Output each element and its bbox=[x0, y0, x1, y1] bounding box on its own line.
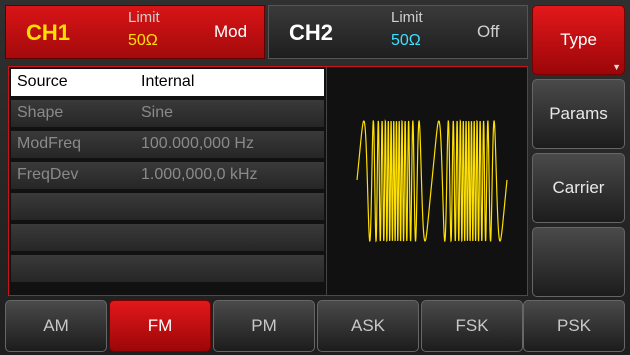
channel-2-impedance: 50Ω bbox=[391, 32, 421, 49]
modulation-type-menu: AM FM PM ASK FSK PSK bbox=[5, 300, 625, 352]
param-label: Shape bbox=[17, 104, 64, 121]
tab-am-label: AM bbox=[43, 316, 69, 335]
channel-2-name: CH2 bbox=[289, 20, 334, 45]
param-row-empty bbox=[11, 255, 324, 282]
param-row-empty bbox=[11, 224, 324, 251]
tab-ask[interactable]: ASK bbox=[317, 300, 419, 352]
parameter-list: Source Internal Shape Sine ModFreq 100.0… bbox=[11, 69, 324, 286]
tab-psk-label: PSK bbox=[556, 316, 592, 335]
channel-2-header[interactable]: CH2 Limit 50Ω Off bbox=[268, 5, 528, 59]
tab-am[interactable]: AM bbox=[5, 300, 107, 352]
param-value: 100.000,000 Hz bbox=[141, 135, 254, 152]
channel-1-limit-label: Limit bbox=[128, 9, 160, 26]
channel-1-impedance: 50Ω bbox=[128, 32, 158, 49]
param-row-empty bbox=[11, 193, 324, 220]
softkey-carrier[interactable]: Carrier bbox=[532, 153, 625, 223]
panel-divider bbox=[326, 67, 327, 295]
softkey-type-label: Type bbox=[560, 30, 597, 49]
param-row-freqdev[interactable]: FreqDev 1.000,000,0 kHz bbox=[11, 162, 324, 189]
param-label: FreqDev bbox=[17, 166, 79, 183]
channel-2-mode: Off bbox=[477, 22, 500, 41]
softkey-params[interactable]: Params bbox=[532, 79, 625, 149]
modulation-parameter-panel: Source Internal Shape Sine ModFreq 100.0… bbox=[8, 66, 528, 296]
softkey-params-label: Params bbox=[549, 104, 608, 123]
softkey-type[interactable]: Type ▼ bbox=[532, 5, 625, 75]
tab-psk[interactable]: PSK bbox=[523, 300, 625, 352]
fm-waveform-preview bbox=[356, 119, 508, 243]
tab-fsk-label: FSK bbox=[455, 316, 489, 335]
softkey-carrier-label: Carrier bbox=[552, 178, 605, 197]
param-label: ModFreq bbox=[17, 135, 82, 152]
tab-pm[interactable]: PM bbox=[213, 300, 315, 352]
channel-1-name: CH1 bbox=[26, 20, 71, 45]
channel-2-limit-label: Limit bbox=[391, 9, 423, 26]
param-row-source[interactable]: Source Internal bbox=[11, 69, 324, 96]
tab-ask-label: ASK bbox=[350, 316, 386, 335]
function-generator-screen: CH1 Limit 50Ω Mod CH2 Limit 50Ω Off Type… bbox=[0, 0, 630, 355]
tab-fm[interactable]: FM bbox=[109, 300, 211, 352]
param-row-shape[interactable]: Shape Sine bbox=[11, 100, 324, 127]
param-value: Sine bbox=[141, 104, 174, 121]
param-value: 1.000,000,0 kHz bbox=[141, 166, 258, 183]
channel-1-mode: Mod bbox=[214, 22, 248, 41]
param-label: Source bbox=[17, 73, 68, 90]
param-value: Internal bbox=[141, 73, 195, 90]
tab-pm-label: PM bbox=[251, 316, 277, 335]
scroll-down-icon: ▼ bbox=[612, 62, 621, 72]
tab-fsk[interactable]: FSK bbox=[421, 300, 523, 352]
param-row-modfreq[interactable]: ModFreq 100.000,000 Hz bbox=[11, 131, 324, 158]
channel-1-header[interactable]: CH1 Limit 50Ω Mod bbox=[5, 5, 265, 59]
tab-fm-label: FM bbox=[147, 316, 173, 335]
softkey-empty[interactable] bbox=[532, 227, 625, 297]
